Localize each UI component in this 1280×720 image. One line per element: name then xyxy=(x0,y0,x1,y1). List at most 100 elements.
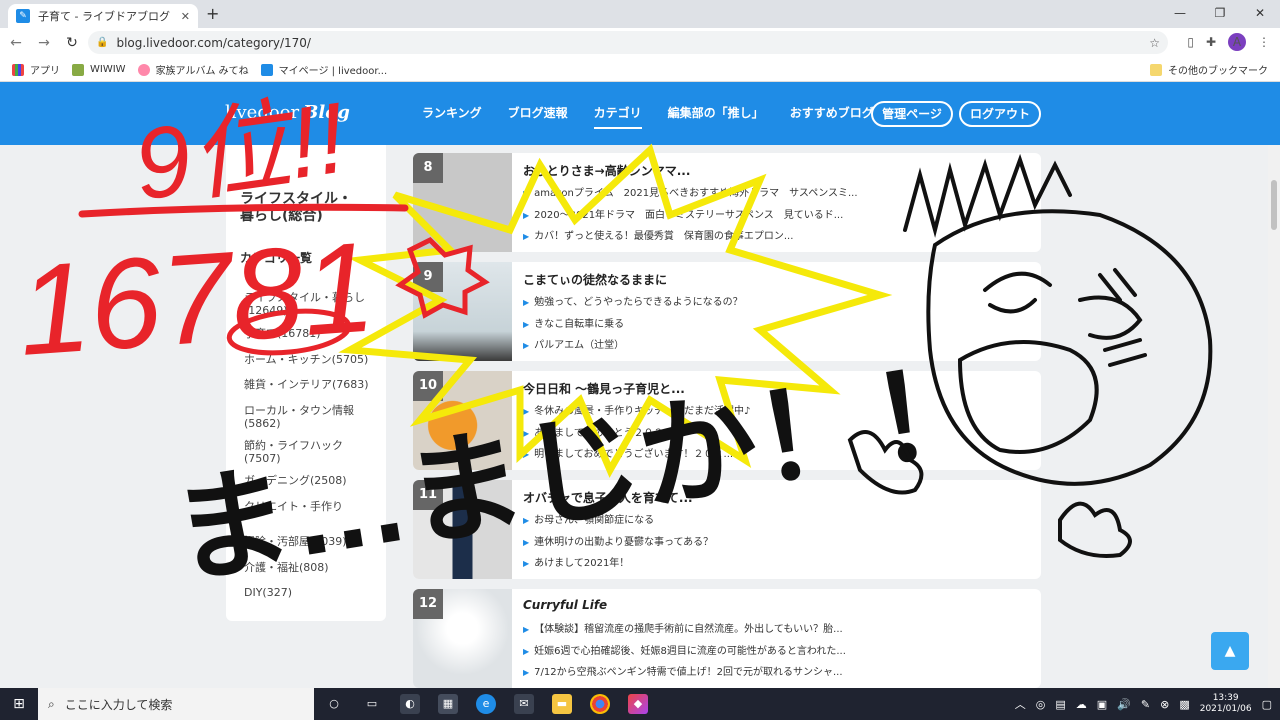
pen-icon[interactable]: ✎ xyxy=(1141,698,1150,711)
entry-link[interactable]: 妊娠6週で心拍確認後、妊娠8週目に流産の可能性があると言われた... xyxy=(523,642,1028,657)
bookmark-wiwiw[interactable]: WIWIW xyxy=(72,63,126,76)
folder-icon xyxy=(1150,63,1162,76)
taskbar-clock[interactable]: 13:39 2021/01/06 xyxy=(1200,693,1252,715)
taskbar-search-placeholder: ここに入力して検索 xyxy=(64,697,173,712)
browser-tab[interactable]: ✎ 子育て - ライブドアブログ ✕ xyxy=(8,4,198,28)
bookmark-apps[interactable]: アプリ xyxy=(12,62,60,77)
app-icon[interactable]: ◐ xyxy=(400,694,420,714)
back-icon[interactable]: ← xyxy=(4,35,28,51)
menu-icon[interactable]: ⋮ xyxy=(1258,35,1270,49)
nav-blog-news[interactable]: ブログ速報 xyxy=(508,104,568,129)
entry-link[interactable]: 明けましておめでとうございます！２０２... xyxy=(523,445,1028,460)
entry-link[interactable]: あけまして2021年！ xyxy=(523,554,1028,569)
scroll-to-top-button[interactable]: ▲ xyxy=(1211,632,1249,670)
meet-icon[interactable]: ◎ xyxy=(1036,698,1046,711)
global-nav: ランキング ブログ速報 カテゴリ 編集部の「推し」 おすすめブログ xyxy=(422,104,874,129)
forward-icon[interactable]: → xyxy=(32,35,56,51)
sidebar-item-lifestyle[interactable]: ライフスタイル・暮らし(12649) xyxy=(244,291,374,317)
entry-link[interactable]: きなこ自転車に乗る xyxy=(523,315,1028,330)
ranking-card[interactable]: 11 オバチャで息子２人を育てて... お母さん、顎関節症になる 連休明けの出勤… xyxy=(413,480,1041,579)
onedrive-icon[interactable]: ☁ xyxy=(1076,698,1087,711)
close-window-icon[interactable]: ✕ xyxy=(1240,0,1280,28)
taskbar-search[interactable]: ⌕ ここに入力して検索 xyxy=(38,688,314,720)
entry-link[interactable]: amazonプライム 2021見るべきおすすめ海外ドラマ サスペンスミ... xyxy=(523,184,1028,199)
minimize-icon[interactable]: — xyxy=(1160,0,1200,28)
notification-icon[interactable]: ▢ xyxy=(1262,698,1272,711)
page-scrollbar[interactable] xyxy=(1268,145,1280,688)
bookmark-mypage[interactable]: マイページ | livedoor... xyxy=(260,62,387,77)
sidebar-item-cleaning[interactable]: 掃除・汚部屋(1039) xyxy=(244,535,374,548)
new-tab-icon[interactable]: + xyxy=(206,4,219,23)
ime-icon[interactable]: ▩ xyxy=(1179,698,1189,711)
nav-category[interactable]: カテゴリ xyxy=(593,104,642,129)
entry-link[interactable]: 勉強って、どうやったらできるようになるの？ xyxy=(523,293,1028,308)
paint-icon[interactable]: ◆ xyxy=(628,694,648,714)
sidebar-item-care[interactable]: 介護・福祉(808) xyxy=(244,561,374,574)
display-icon[interactable]: ▣ xyxy=(1097,698,1107,711)
entry-link[interactable]: カバ！ずっと使える！最優秀賞 保育園の食事エプロン... xyxy=(523,227,1028,242)
volume-icon[interactable]: 🔊 xyxy=(1117,698,1131,711)
task-view-icon[interactable]: ▭ xyxy=(362,694,382,714)
store-icon[interactable]: ▦ xyxy=(438,694,458,714)
rank-badge: 9 xyxy=(413,262,443,292)
sidebar-item-gardening[interactable]: ガーデニング(2508) xyxy=(244,474,374,487)
logout-button[interactable]: ログアウト xyxy=(959,101,1041,127)
mail-icon[interactable]: ✉ xyxy=(514,694,534,714)
explorer-icon[interactable]: ▬ xyxy=(552,694,572,714)
bookmarks-bar: アプリ WIWIW 家族アルバム みてね マイページ | livedoor...… xyxy=(0,58,1280,82)
entry-link[interactable]: 2020～2021年ドラマ 面白いミステリーサスペンス 見ているド... xyxy=(523,206,1028,221)
sidebar-item-lifehack[interactable]: 節約・ライフハック(7507) xyxy=(244,439,374,465)
bookmark-mitene[interactable]: 家族アルバム みてね xyxy=(137,62,249,77)
entry-link[interactable]: お母さん、顎関節症になる xyxy=(523,511,1028,526)
entry-link[interactable]: 7/12から空飛ぶペンギン特需で値上げ！2回で元が取れるサンシャ... xyxy=(523,663,1028,678)
sidebar-item-create[interactable]: クリエイト・手作り xyxy=(244,500,374,513)
admin-page-button[interactable]: 管理ページ xyxy=(871,101,953,127)
browser-toolbar: ← → ↻ 🔒 blog.livedoor.com/category/170/ … xyxy=(0,28,1280,58)
entry-link[interactable]: あけましておめでとう２０２１ xyxy=(523,424,1028,439)
sidebar-item-home-kitchen[interactable]: ホーム・キッチン(5705) xyxy=(244,353,374,366)
bookmark-star-icon[interactable]: ☆ xyxy=(1149,36,1160,50)
blog-name[interactable]: Curryful Life xyxy=(523,598,607,612)
other-bookmarks[interactable]: その他のブックマーク xyxy=(1150,62,1268,77)
entry-link[interactable]: パルアエム（辻堂） xyxy=(523,336,1028,351)
site-logo[interactable]: livedoor Blog xyxy=(225,102,350,123)
chrome-icon[interactable] xyxy=(590,694,610,714)
entry-link[interactable]: 連休明けの出勤より憂鬱な事ってある？ xyxy=(523,533,1028,548)
blog-name[interactable]: おひとりさま→高齢シンママ... xyxy=(523,162,690,179)
ranking-card[interactable]: 8 おひとりさま→高齢シンママ... amazonプライム 2021見るべきおす… xyxy=(413,153,1041,252)
blog-name[interactable]: こまてぃの徒然なるままに xyxy=(523,271,667,288)
nav-ranking[interactable]: ランキング xyxy=(422,104,482,129)
scrollbar-thumb[interactable] xyxy=(1271,180,1277,230)
nav-recommended[interactable]: おすすめブログ xyxy=(790,104,874,129)
maximize-icon[interactable]: ❐ xyxy=(1200,0,1240,28)
ranking-card[interactable]: 10 今日日和 〜鶴見っ子育児と... 冬休みの風景・手作りキッチンまだまだ活躍… xyxy=(413,371,1041,470)
sidebar-item-local[interactable]: ローカル・タウン情報(5862) xyxy=(244,404,374,430)
profile-avatar[interactable]: A xyxy=(1228,33,1246,51)
tray-chevron-icon[interactable]: ︿ xyxy=(1015,696,1026,712)
cortana-icon[interactable]: ○ xyxy=(324,694,344,714)
reload-icon[interactable]: ↻ xyxy=(60,35,84,51)
sidebar-item-childcare[interactable]: 子育て(16781) xyxy=(244,327,374,340)
mitene-icon xyxy=(137,63,150,76)
taskbar-apps: ○ ▭ ◐ ▦ e ✉ ▬ ◆ xyxy=(324,694,648,714)
sidebar-item-diy[interactable]: DIY(327) xyxy=(244,586,374,599)
ranking-card[interactable]: 9 こまてぃの徒然なるままに 勉強って、どうやったらできるようになるの？ きなこ… xyxy=(413,262,1041,361)
extensions-icon[interactable]: ✚ xyxy=(1206,35,1216,49)
edge-icon[interactable]: e xyxy=(476,694,496,714)
ranking-card[interactable]: 12 Curryful Life 【体験談】稽留流産の掻爬手術前に自然流産。外出… xyxy=(413,589,1041,688)
close-tray-icon[interactable]: ⊗ xyxy=(1160,698,1169,711)
rank-badge: 8 xyxy=(413,153,443,183)
entry-link[interactable]: 【体験談】稽留流産の掻爬手術前に自然流産。外出してもいい？胎... xyxy=(523,620,1028,635)
address-bar[interactable]: 🔒 blog.livedoor.com/category/170/ ☆ xyxy=(88,31,1168,54)
livedoor-icon xyxy=(260,63,273,76)
nav-editors-pick[interactable]: 編集部の「推し」 xyxy=(668,104,764,129)
blog-name[interactable]: オバチャで息子２人を育てて... xyxy=(523,489,693,506)
sidebar-item-interior[interactable]: 雑貨・インテリア(7683) xyxy=(244,378,374,391)
windows-start-icon[interactable]: ⊞ xyxy=(0,696,38,712)
rank-badge: 11 xyxy=(413,480,443,510)
blog-name[interactable]: 今日日和 〜鶴見っ子育児と... xyxy=(523,380,685,397)
close-tab-icon[interactable]: ✕ xyxy=(181,10,190,23)
entry-link[interactable]: 冬休みの風景・手作りキッチンまだまだ活躍中♪ xyxy=(523,402,1028,417)
network-icon[interactable]: ▤ xyxy=(1055,698,1065,711)
reading-list-icon[interactable]: ▯ xyxy=(1187,35,1194,49)
